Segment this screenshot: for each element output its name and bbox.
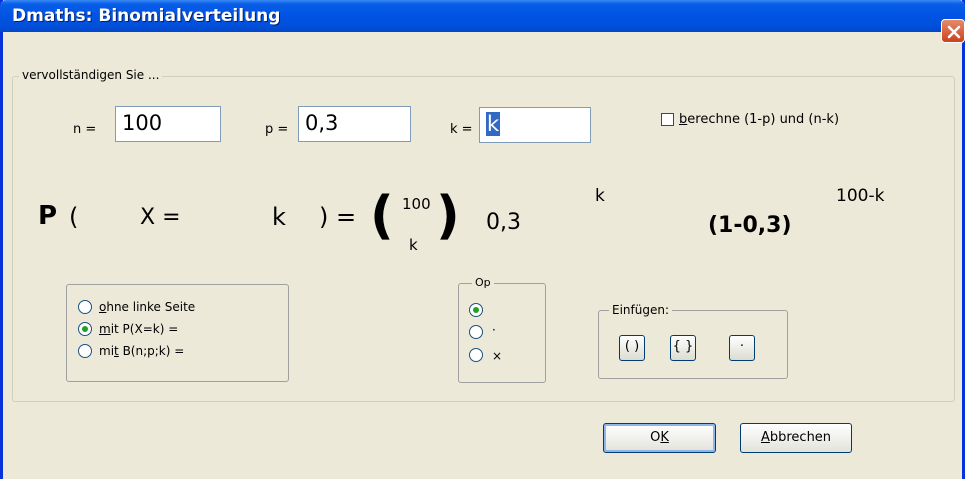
mode-prefix-2: mi xyxy=(99,344,115,358)
mode-radio-1[interactable] xyxy=(78,322,92,336)
ok-button[interactable]: OK xyxy=(603,423,716,453)
insert-braces-button[interactable]: { } xyxy=(670,335,696,361)
ok-mnemonic: K xyxy=(660,430,669,445)
mode-label-2[interactable]: mit B(n;p;k) = xyxy=(99,344,184,358)
mode-label-0[interactable]: ohne linke Seite xyxy=(99,300,195,314)
formula-one-minus: (1-0,3) xyxy=(708,213,792,238)
binom-top: 100 xyxy=(402,195,431,213)
op-radio-0[interactable] xyxy=(469,303,483,317)
mode-mnemonic-1: m xyxy=(99,322,111,336)
mode-text-1: it P(X=k) = xyxy=(110,322,179,336)
compute-complement-label-text: erechne (1-p) und (n-k) xyxy=(687,112,840,127)
ok-label: O xyxy=(650,430,661,445)
close-button[interactable] xyxy=(941,19,965,43)
formula-open-paren: ( xyxy=(69,203,79,231)
insert-parens-button[interactable]: ( ) xyxy=(619,335,645,361)
op-radio-2[interactable] xyxy=(469,348,483,362)
mode-text-2: B(n;p;k) = xyxy=(118,344,185,358)
binom-open-paren: ( xyxy=(370,186,394,246)
formula-prob: 0,3 xyxy=(486,210,521,235)
cancel-button[interactable]: Abbrechen xyxy=(740,423,852,453)
compute-complement-checkbox[interactable] xyxy=(661,113,674,126)
op-radio-1[interactable] xyxy=(469,325,483,339)
mode-label-1[interactable]: mit P(X=k) = xyxy=(99,322,178,336)
title-bar: Dmaths: Binomialverteilung xyxy=(0,0,965,32)
mode-text-0: hne linke Seite xyxy=(106,300,196,314)
formula-close-eq: ) = xyxy=(319,203,357,231)
formula-exp-k: k xyxy=(595,186,605,206)
close-icon xyxy=(947,25,961,39)
mode-radio-2[interactable] xyxy=(78,344,92,358)
k-label: k = xyxy=(450,122,473,137)
op-legend: Op xyxy=(472,276,494,289)
op-label-1: · xyxy=(492,323,496,337)
insert-dot-button[interactable]: · xyxy=(729,335,755,361)
cancel-mnemonic: A xyxy=(760,430,770,445)
insert-legend: Einfügen: xyxy=(609,303,672,317)
p-input[interactable]: 0,3 xyxy=(298,106,411,142)
formula-k: k xyxy=(272,203,286,231)
window-title: Dmaths: Binomialverteilung xyxy=(12,6,281,26)
dialog-window: Dmaths: Binomialverteilung vervollständi… xyxy=(0,0,965,479)
p-label: p = xyxy=(265,122,289,137)
formula-exp-nk: 100-k xyxy=(836,186,885,206)
compute-complement-label[interactable]: berechne (1-p) und (n-k) xyxy=(679,112,839,127)
n-input[interactable]: 100 xyxy=(115,106,221,142)
binom-bottom: k xyxy=(409,236,418,254)
completion-legend: vervollständigen Sie ... xyxy=(19,68,163,82)
formula-p: P xyxy=(38,201,58,231)
k-input-value: k xyxy=(486,112,501,136)
mode-radio-0[interactable] xyxy=(78,300,92,314)
n-label: n = xyxy=(73,122,97,137)
cancel-label: bbrechen xyxy=(769,430,832,445)
formula-x-eq: X = xyxy=(140,205,181,230)
k-input[interactable]: k xyxy=(479,107,591,143)
binom-close-paren: ) xyxy=(436,186,460,246)
op-label-2: × xyxy=(492,349,503,363)
